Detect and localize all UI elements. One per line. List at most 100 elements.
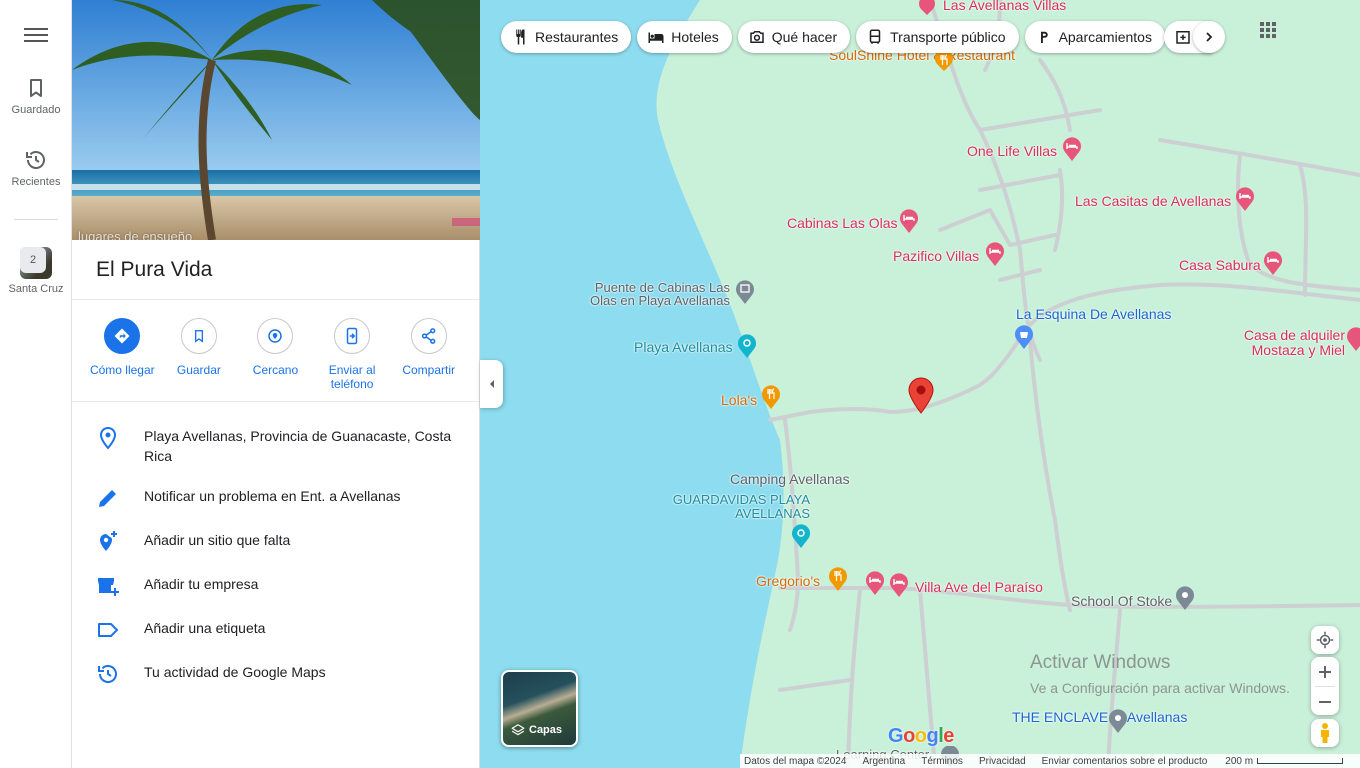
menu-icon[interactable] bbox=[24, 24, 48, 48]
poi-school-of-stoke[interactable]: School Of Stoke bbox=[1071, 594, 1172, 608]
history-icon bbox=[26, 151, 45, 169]
scale-line bbox=[1257, 758, 1344, 764]
share-label: Compartir bbox=[402, 363, 456, 377]
hotel-pin-icon[interactable] bbox=[899, 208, 919, 239]
poi-one-life-villas[interactable]: One Life Villas bbox=[967, 144, 1057, 158]
watermark-title: Activar Windows bbox=[1030, 652, 1171, 673]
add-business-icon bbox=[98, 578, 119, 596]
hotel-pin-icon[interactable] bbox=[1235, 186, 1255, 217]
left-rail: Guardado Recientes 2 Santa Cruz bbox=[0, 0, 72, 768]
street-view-button[interactable] bbox=[1311, 719, 1339, 747]
scale-bar[interactable]: 200 m bbox=[1225, 755, 1344, 767]
chip-transit[interactable]: Transporte público bbox=[856, 21, 1019, 53]
poi-puente-cabinas[interactable]: Puente de Cabinas Las Olas en Playa Avel… bbox=[580, 281, 730, 307]
poi-cabinas-las-olas[interactable]: Cabinas Las Olas bbox=[787, 216, 898, 230]
hotel-pin-icon[interactable] bbox=[985, 241, 1005, 272]
share-button[interactable]: Compartir bbox=[393, 318, 465, 401]
restaurant-pin-icon[interactable] bbox=[761, 384, 781, 415]
hotel-pin-icon[interactable] bbox=[1346, 326, 1360, 357]
maps-activity-row[interactable]: Tu actividad de Google Maps bbox=[72, 652, 479, 696]
apps-grid-icon[interactable] bbox=[1259, 21, 1279, 41]
report-problem-text: Notificar un problema en Ent. a Avellana… bbox=[144, 488, 401, 504]
restaurant-pin-icon[interactable] bbox=[934, 49, 954, 77]
map-footer: Datos del mapa ©2024 Argentina Términos … bbox=[740, 754, 1360, 768]
chip-parking-label: Aparcamientos bbox=[1058, 29, 1152, 45]
terms-link[interactable]: Términos bbox=[921, 756, 963, 767]
hotel-pin-icon[interactable] bbox=[1263, 250, 1283, 281]
selected-place-marker-icon[interactable] bbox=[907, 376, 935, 419]
pharmacy-icon bbox=[1176, 31, 1190, 44]
chip-transit-label: Transporte público bbox=[890, 29, 1006, 45]
feedback-link[interactable]: Enviar comentarios sobre el producto bbox=[1042, 756, 1208, 767]
layers-label: Capas bbox=[529, 724, 563, 736]
poi-camping-avellanas[interactable]: Camping Avellanas bbox=[730, 472, 850, 486]
lodging-pin-icon[interactable] bbox=[735, 279, 755, 310]
privacy-link[interactable]: Privacidad bbox=[979, 756, 1026, 767]
add-label-row[interactable]: Añadir una etiqueta bbox=[72, 608, 479, 652]
poi-las-avellanas-villas[interactable]: Las Avellanas Villas bbox=[943, 0, 1066, 12]
chip-restaurants[interactable]: Restaurantes bbox=[501, 21, 632, 53]
poi-lolas[interactable]: Lola's bbox=[721, 393, 757, 407]
poi-playa-avellanas[interactable]: Playa Avellanas bbox=[634, 340, 733, 354]
nearby-button[interactable]: Cercano bbox=[239, 318, 311, 401]
poi-villa-ave-paraiso[interactable]: Villa Ave del Paraíso bbox=[915, 580, 1043, 594]
recent-place-label: Santa Cruz bbox=[8, 283, 64, 295]
address-row[interactable]: Playa Avellanas, Provincia de Guanacaste… bbox=[72, 416, 479, 476]
hotel-pin-icon[interactable] bbox=[889, 572, 909, 603]
save-label: Guardar bbox=[176, 363, 221, 377]
country-link[interactable]: Argentina bbox=[862, 756, 905, 767]
chip-restaurants-label: Restaurantes bbox=[535, 29, 619, 45]
layers-button[interactable]: Capas bbox=[501, 670, 578, 747]
chips-next-button[interactable] bbox=[1193, 21, 1225, 53]
photo-caption: lugares de ensueño bbox=[78, 229, 193, 240]
shop-pin-icon[interactable] bbox=[1014, 324, 1034, 355]
report-problem-row[interactable]: Notificar un problema en Ent. a Avellana… bbox=[72, 476, 479, 520]
place-photo[interactable]: lugares de ensueño bbox=[72, 0, 480, 240]
hotel-pin-icon[interactable] bbox=[865, 570, 885, 601]
layers-icon bbox=[511, 724, 525, 736]
poi-pazifico-villas[interactable]: Pazifico Villas bbox=[893, 249, 979, 263]
directions-label: Cómo llegar bbox=[89, 363, 155, 377]
recent-rail-button[interactable]: Recientes bbox=[0, 148, 72, 188]
recent-place-santa-cruz[interactable]: 2 Santa Cruz bbox=[0, 247, 72, 295]
saved-rail-button[interactable]: Guardado bbox=[0, 76, 72, 116]
poi-guardavidas[interactable]: GUARDAVIDAS PLAYA AVELLANAS bbox=[670, 493, 810, 521]
poi-the-enclave[interactable]: THE ENCLAVE at Avellanas bbox=[1012, 710, 1187, 725]
share-icon bbox=[421, 328, 436, 344]
watermark-subtitle: Ve a Configuración para activar Windows. bbox=[1030, 680, 1290, 696]
fork-knife-icon bbox=[516, 29, 525, 45]
add-place-icon bbox=[100, 531, 117, 551]
send-to-phone-button[interactable]: Enviar al teléfono bbox=[316, 318, 388, 401]
nearby-icon bbox=[268, 329, 283, 343]
chevron-right-icon bbox=[1206, 32, 1213, 42]
zoom-out-button[interactable] bbox=[1311, 687, 1339, 716]
poi-la-esquina[interactable]: La Esquina De Avellanas bbox=[1016, 307, 1171, 321]
map-canvas[interactable]: Restaurantes Hoteles Qué hacer Transport… bbox=[480, 0, 1360, 768]
add-business-text: Añadir tu empresa bbox=[144, 576, 259, 592]
place-panel: lugares de ensueño El Pura Vida Cómo lle… bbox=[72, 0, 480, 768]
place-pin-icon[interactable] bbox=[1108, 708, 1128, 739]
poi-casa-alquiler[interactable]: Casa de alquiler Mostaza y Miel bbox=[1235, 328, 1345, 358]
collapse-panel-button[interactable] bbox=[480, 360, 503, 408]
chip-hotels-label: Hoteles bbox=[671, 29, 719, 45]
place-actions: Cómo llegar Guardar Cercano Enviar al te… bbox=[72, 300, 479, 402]
attraction-pin-icon[interactable] bbox=[791, 523, 811, 554]
save-button[interactable]: Guardar bbox=[163, 318, 235, 401]
chip-hotels[interactable]: Hoteles bbox=[637, 21, 732, 53]
school-pin-icon[interactable] bbox=[1175, 585, 1195, 616]
chip-parking[interactable]: Aparcamientos bbox=[1024, 21, 1165, 53]
zoom-in-button[interactable] bbox=[1311, 657, 1339, 686]
hotel-pin-icon[interactable] bbox=[918, 0, 936, 21]
directions-button[interactable]: Cómo llegar bbox=[86, 318, 158, 401]
restaurant-pin-icon[interactable] bbox=[828, 566, 848, 597]
hotel-pin-icon[interactable] bbox=[1062, 136, 1082, 167]
poi-gregorios[interactable]: Gregorio's bbox=[756, 574, 820, 588]
poi-las-casitas[interactable]: Las Casitas de Avellanas bbox=[1075, 194, 1231, 208]
attraction-pin-icon[interactable] bbox=[737, 333, 757, 364]
scale-label: 200 m bbox=[1225, 755, 1254, 767]
add-business-row[interactable]: Añadir tu empresa bbox=[72, 564, 479, 608]
add-missing-place-row[interactable]: Añadir un sitio que falta bbox=[72, 520, 479, 564]
poi-casa-sabura[interactable]: Casa Sabura bbox=[1179, 258, 1261, 272]
chip-things-to-do[interactable]: Qué hacer bbox=[737, 21, 851, 53]
my-location-button[interactable] bbox=[1311, 626, 1339, 654]
